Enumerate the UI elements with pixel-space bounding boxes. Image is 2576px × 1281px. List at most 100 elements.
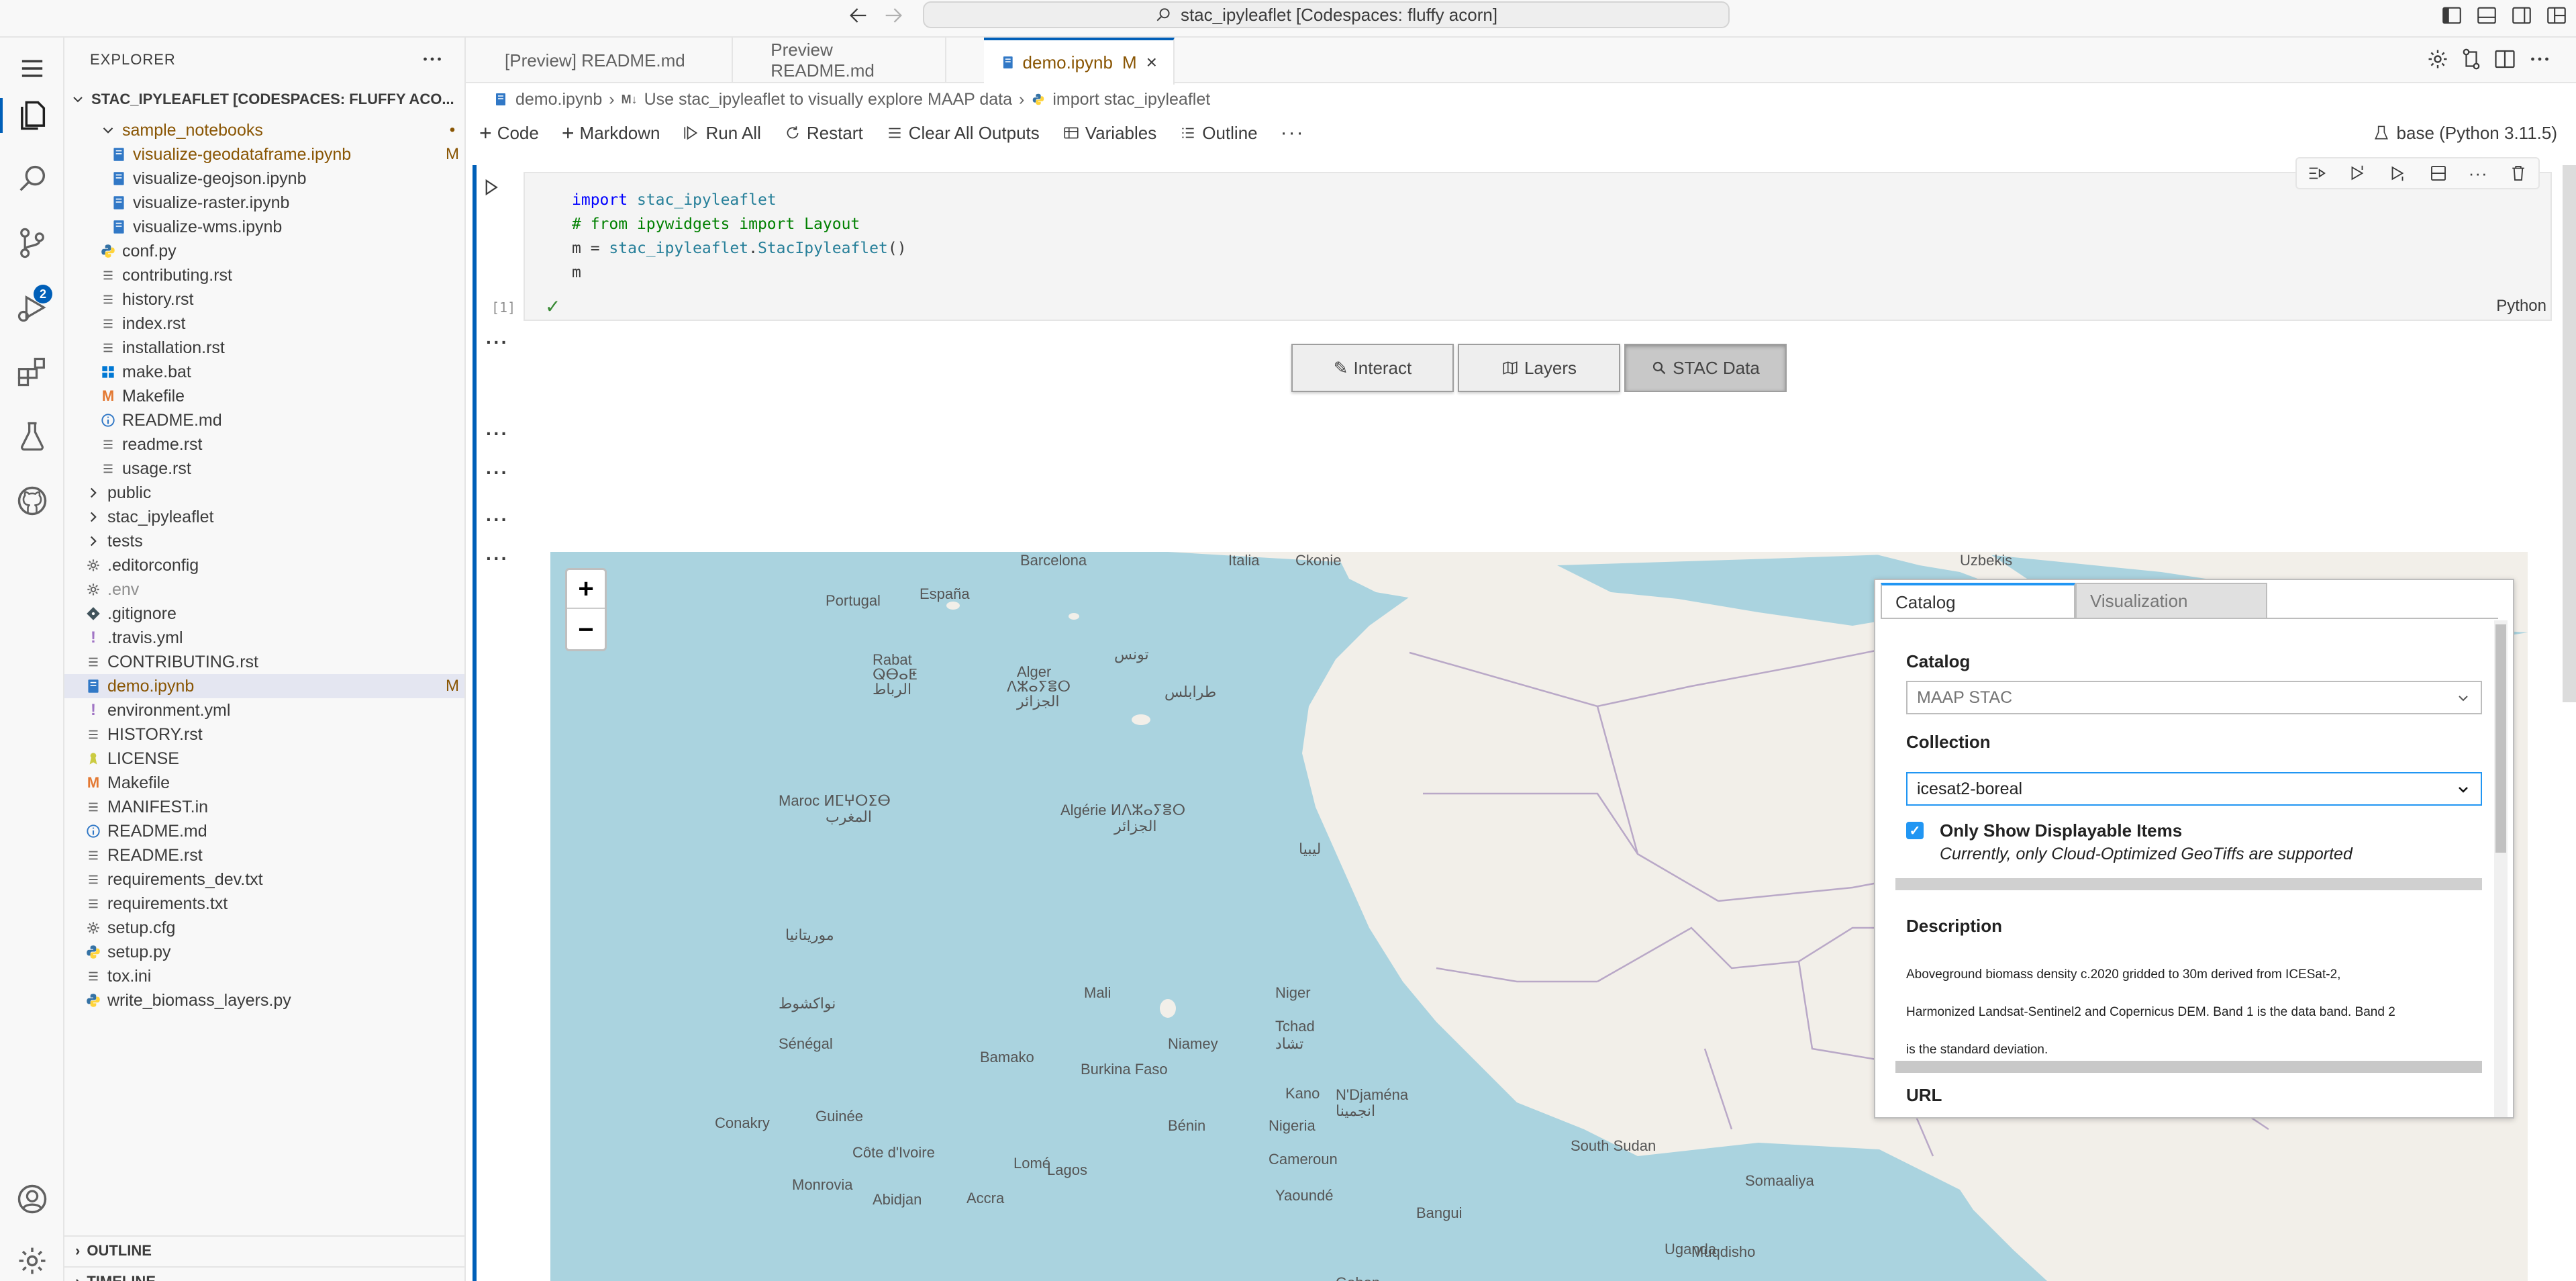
tree-item[interactable]: stac_ipyleaflet xyxy=(64,505,464,529)
tab-preview-readme[interactable]: Preview README.md xyxy=(733,38,946,83)
tree-item[interactable]: make.bat xyxy=(64,360,464,384)
tree-item[interactable]: .gitignore xyxy=(64,602,464,626)
output-menu-icon[interactable]: ··· xyxy=(486,462,509,483)
tree-item[interactable]: visualize-geojson.ipynb xyxy=(64,167,464,191)
search-icon[interactable] xyxy=(15,161,50,196)
tree-item[interactable]: requirements_dev.txt xyxy=(64,867,464,892)
breadcrumb-file[interactable]: demo.ipynb xyxy=(515,90,602,109)
add-code-cell-button[interactable]: + Code xyxy=(479,121,539,146)
kernel-picker[interactable]: base (Python 3.11.5) xyxy=(2373,115,2557,150)
execute-below-icon[interactable] xyxy=(2387,163,2408,183)
breadcrumb-cell[interactable]: import stac_ipyleaflet xyxy=(1052,90,1210,109)
split-editor-icon[interactable] xyxy=(2493,47,2517,71)
cell-language[interactable]: Python xyxy=(2496,297,2546,316)
collection-select[interactable]: icesat2-boreal xyxy=(1906,772,2482,806)
tree-item[interactable]: usage.rst xyxy=(64,457,464,481)
outline-section[interactable]: › OUTLINE xyxy=(64,1235,464,1265)
tab-visualization[interactable]: Visualization xyxy=(2075,583,2267,619)
tree-item[interactable]: history.rst xyxy=(64,287,464,312)
toggle-secondary-sidebar-icon[interactable] xyxy=(2510,4,2533,27)
stac-data-button[interactable]: STAC Data xyxy=(1624,344,1787,392)
tree-item[interactable]: installation.rst xyxy=(64,336,464,360)
output-menu-icon[interactable]: ··· xyxy=(486,548,509,569)
outline-button[interactable]: Outline xyxy=(1179,123,1258,144)
timeline-section[interactable]: › TIMELINE xyxy=(64,1266,464,1281)
tree-item[interactable]: write_biomass_layers.py xyxy=(64,988,464,1012)
run-debug-icon[interactable] xyxy=(15,290,50,325)
menu-icon[interactable] xyxy=(15,51,50,86)
output-menu-icon[interactable]: ··· xyxy=(486,423,509,444)
manage-gear-icon[interactable] xyxy=(15,1243,50,1278)
tree-item[interactable]: visualize-wms.ipynb xyxy=(64,215,464,239)
more-actions-icon[interactable] xyxy=(420,47,444,71)
tree-item[interactable]: demo.ipynb M xyxy=(64,674,464,698)
run-cell-icon[interactable] xyxy=(481,177,501,197)
tree-item[interactable]: visualize-geodataframe.ipynb M xyxy=(64,142,464,167)
restart-button[interactable]: Restart xyxy=(784,123,863,144)
tree-item[interactable]: README.md xyxy=(64,819,464,843)
back-arrow-icon[interactable] xyxy=(847,4,870,27)
execute-above-icon[interactable] xyxy=(2347,163,2367,183)
add-markdown-cell-button[interactable]: + Markdown xyxy=(562,121,660,146)
tree-item[interactable]: M Makefile xyxy=(64,384,464,408)
more-actions-icon[interactable] xyxy=(2528,47,2552,71)
testing-icon[interactable] xyxy=(15,419,50,454)
tree-item[interactable]: M Makefile xyxy=(64,771,464,795)
delete-icon[interactable] xyxy=(2508,163,2528,183)
tab-demo-ipynb[interactable]: demo.ipynb M × xyxy=(984,38,1175,85)
displayable-items-checkbox[interactable]: ✓ xyxy=(1906,822,1924,839)
description-scrollbar[interactable] xyxy=(1895,1061,2482,1073)
panel-scrollbar-thumb[interactable] xyxy=(2495,624,2506,853)
tree-item[interactable]: public xyxy=(64,481,464,505)
tree-item[interactable]: readme.rst xyxy=(64,432,464,457)
tree-item[interactable]: visualize-raster.ipynb xyxy=(64,191,464,215)
layers-button[interactable]: Layers xyxy=(1458,344,1620,392)
extensions-icon[interactable] xyxy=(15,354,50,389)
tab-catalog[interactable]: Catalog xyxy=(1881,583,2075,619)
tree-item[interactable]: README.md xyxy=(64,408,464,432)
close-icon[interactable]: × xyxy=(1146,52,1157,73)
run-all-button[interactable]: Run All xyxy=(683,123,761,144)
tree-item[interactable]: setup.py xyxy=(64,940,464,964)
zoom-in-button[interactable]: + xyxy=(567,570,605,609)
tree-item[interactable]: ! .travis.yml xyxy=(64,626,464,650)
tree-item[interactable]: .editorconfig xyxy=(64,553,464,577)
variables-button[interactable]: Variables xyxy=(1062,123,1156,144)
tree-item[interactable]: LICENSE xyxy=(64,747,464,771)
explorer-icon[interactable] xyxy=(15,98,50,133)
tree-item[interactable]: conf.py xyxy=(64,239,464,263)
tree-item[interactable]: setup.cfg xyxy=(64,916,464,940)
tree-item[interactable]: HISTORY.rst xyxy=(64,722,464,747)
toggle-primary-sidebar-icon[interactable] xyxy=(2440,4,2463,27)
source-control-icon[interactable] xyxy=(15,226,50,260)
output-menu-icon[interactable]: ··· xyxy=(486,509,509,530)
tree-item[interactable]: MANIFEST.in xyxy=(64,795,464,819)
tree-item[interactable]: .env xyxy=(64,577,464,602)
breadcrumb-section[interactable]: Use stac_ipyleaflet to visually explore … xyxy=(644,90,1012,109)
more-actions-icon[interactable]: ··· xyxy=(1281,122,1305,144)
github-icon[interactable] xyxy=(15,483,50,518)
catalog-select[interactable]: MAAP STAC xyxy=(1906,681,2482,714)
tree-item[interactable]: contributing.rst xyxy=(64,263,464,287)
tree-item[interactable]: index.rst xyxy=(64,312,464,336)
forward-arrow-icon[interactable] xyxy=(882,4,905,27)
workspace-root[interactable]: STAC_IPYLEAFLET [CODESPACES: FLUFFY ACO.… xyxy=(64,86,464,113)
interact-button[interactable]: ✎ Interact xyxy=(1291,344,1454,392)
split-cell-icon[interactable] xyxy=(2428,163,2448,183)
run-by-line-icon[interactable] xyxy=(2307,163,2327,183)
customize-layout-icon[interactable] xyxy=(2545,4,2568,27)
tree-item[interactable]: tests xyxy=(64,529,464,553)
account-icon[interactable] xyxy=(15,1182,50,1217)
editor-scrollbar[interactable] xyxy=(2563,165,2576,702)
tree-item[interactable]: sample_notebooks • xyxy=(64,118,464,142)
tree-item[interactable]: ! environment.yml xyxy=(64,698,464,722)
tree-item[interactable]: tox.ini xyxy=(64,964,464,988)
tree-item[interactable]: CONTRIBUTING.rst xyxy=(64,650,464,674)
open-changes-icon[interactable] xyxy=(2459,47,2483,71)
toggle-panel-icon[interactable] xyxy=(2475,4,2498,27)
output-menu-icon[interactable]: ··· xyxy=(486,332,509,353)
tab-preview-readme-bracket[interactable]: [Preview] README.md xyxy=(466,38,733,83)
zoom-out-button[interactable]: − xyxy=(567,610,605,649)
tree-item[interactable]: README.rst xyxy=(64,843,464,867)
code-editor[interactable]: import stac_ipyleaflet # from ipywidgets… xyxy=(524,172,2552,321)
